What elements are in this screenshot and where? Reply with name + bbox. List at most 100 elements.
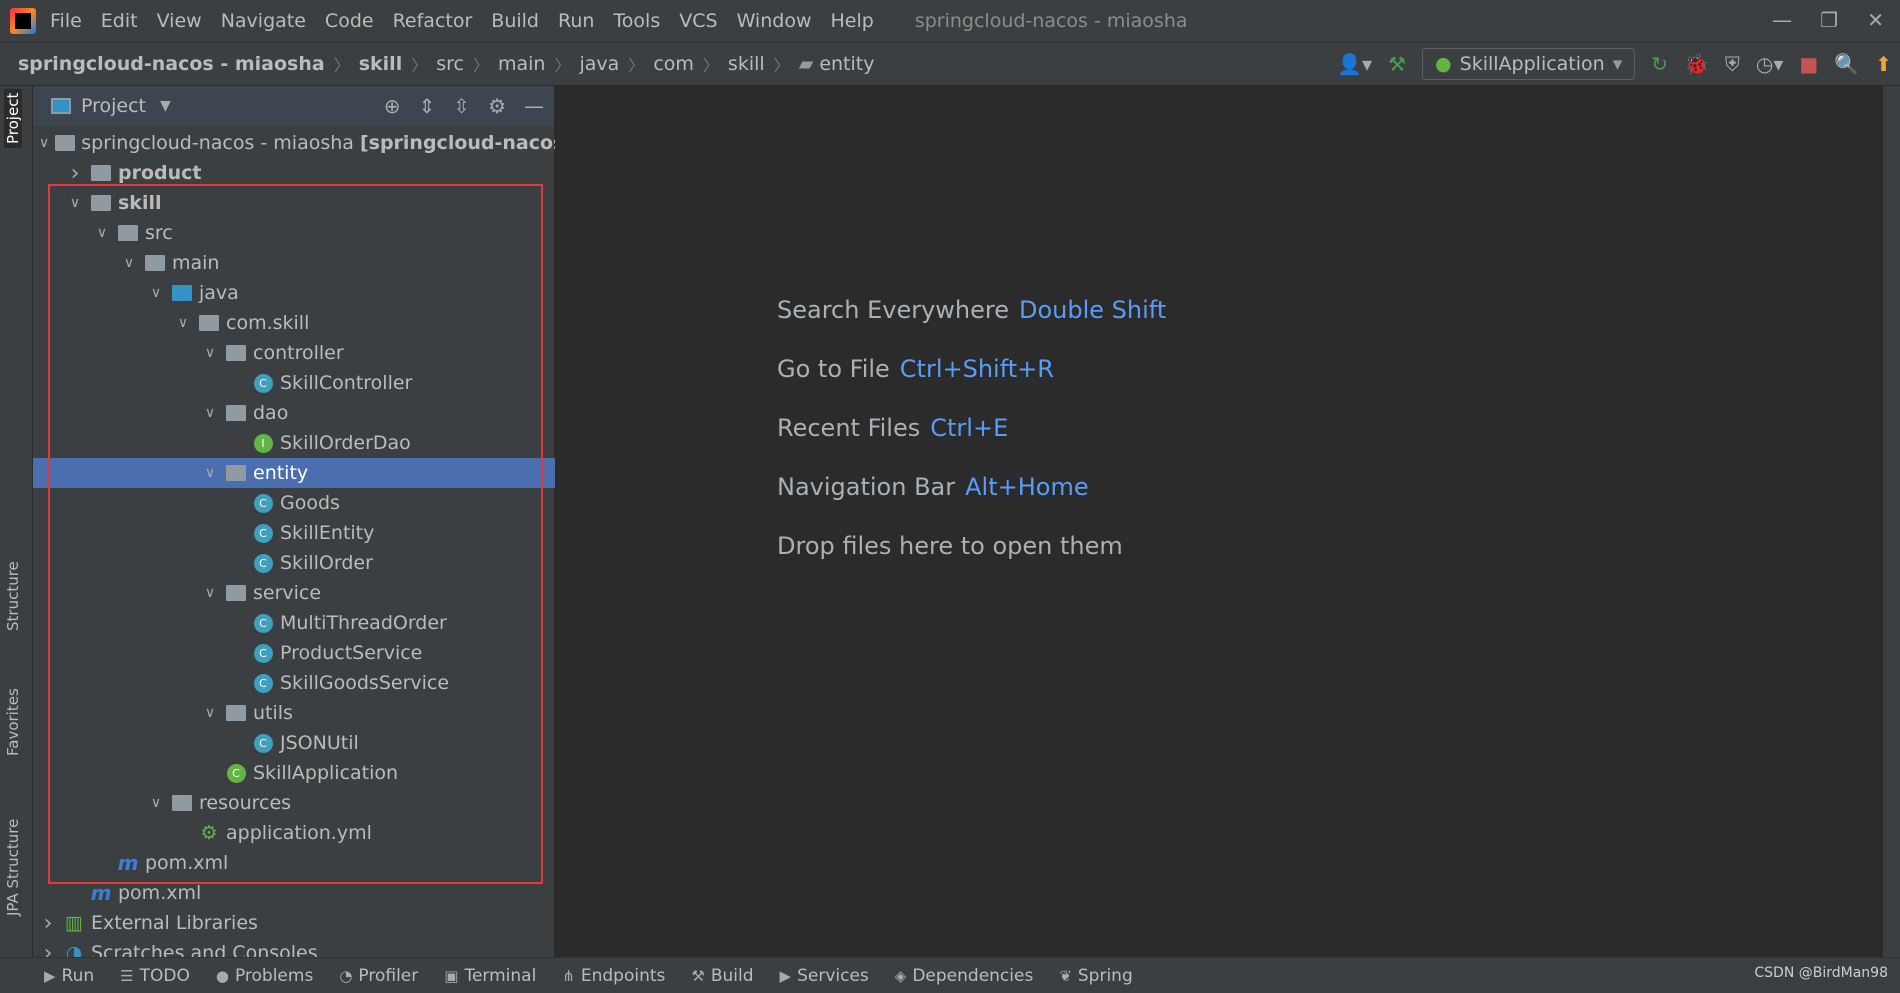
- tab-project[interactable]: Project: [4, 88, 22, 148]
- tree-item[interactable]: ∨ entity: [33, 458, 555, 488]
- chevron-down-icon[interactable]: ∨: [201, 585, 219, 601]
- chevron-down-icon[interactable]: ∨: [147, 795, 165, 811]
- bottom-tab-problems[interactable]: ● Problems: [216, 966, 313, 986]
- tree-item[interactable]: ∨ resources: [33, 788, 555, 818]
- tree-item[interactable]: ∨ dao: [33, 398, 555, 428]
- menu-run[interactable]: Run: [558, 10, 594, 32]
- menu-edit[interactable]: Edit: [101, 10, 138, 32]
- collapse-all-icon[interactable]: ⇳: [453, 94, 470, 118]
- tree-item[interactable]: ∨ main: [33, 248, 555, 278]
- tree-item[interactable]: m pom.xml: [33, 848, 555, 878]
- tree-item[interactable]: ∨ service: [33, 578, 555, 608]
- tree-item[interactable]: m pom.xml: [33, 878, 555, 908]
- tree-item[interactable]: C SkillApplication: [33, 758, 555, 788]
- stop-icon[interactable]: ■: [1799, 52, 1818, 76]
- profile-icon[interactable]: ◷▾: [1756, 52, 1784, 76]
- menu-view[interactable]: View: [157, 10, 202, 32]
- tree-item[interactable]: C MultiThreadOrder: [33, 608, 555, 638]
- breadcrumb-item[interactable]: src: [436, 53, 464, 75]
- chevron-down-icon[interactable]: ∨: [201, 705, 219, 721]
- tree-item[interactable]: ∨ utils: [33, 698, 555, 728]
- breadcrumb-item[interactable]: main: [498, 53, 545, 75]
- menu-file[interactable]: File: [50, 10, 82, 32]
- breadcrumb-item[interactable]: skill: [728, 53, 765, 75]
- menu-refactor[interactable]: Refactor: [393, 10, 473, 32]
- debug-bug-icon[interactable]: 🐞: [1684, 52, 1709, 76]
- tree-item[interactable]: C JSONUtil: [33, 728, 555, 758]
- menu-navigate[interactable]: Navigate: [221, 10, 306, 32]
- chevron-right-icon[interactable]: ›: [66, 161, 84, 186]
- tree-item[interactable]: C SkillGoodsService: [33, 668, 555, 698]
- tree-item[interactable]: C SkillEntity: [33, 518, 555, 548]
- breadcrumb-item[interactable]: springcloud-nacos - miaosha: [18, 53, 325, 75]
- coverage-icon[interactable]: ⛨: [1725, 52, 1740, 76]
- hide-icon[interactable]: —: [524, 94, 544, 118]
- minimize-button[interactable]: —: [1772, 8, 1792, 32]
- tree-item[interactable]: › product: [33, 158, 555, 188]
- breadcrumb-item[interactable]: java: [579, 53, 619, 75]
- tree-item[interactable]: ∨ controller: [33, 338, 555, 368]
- rerun-icon[interactable]: ↻: [1651, 52, 1668, 76]
- search-icon[interactable]: 🔍: [1834, 52, 1859, 76]
- tree-item[interactable]: C SkillOrder: [33, 548, 555, 578]
- chevron-down-icon[interactable]: ∨: [201, 345, 219, 361]
- run-configuration-select[interactable]: ● SkillApplication ▾: [1422, 48, 1636, 80]
- update-icon[interactable]: ⬆: [1875, 52, 1892, 76]
- bottom-tab-run[interactable]: ▶ Run: [44, 966, 94, 986]
- menu-code[interactable]: Code: [325, 10, 374, 32]
- menu-vcs[interactable]: VCS: [679, 10, 717, 32]
- tree-item[interactable]: C ProductService: [33, 638, 555, 668]
- chevron-down-icon[interactable]: ∨: [120, 255, 138, 271]
- chevron-down-icon[interactable]: ▼: [160, 98, 171, 114]
- tab-structure[interactable]: Structure: [4, 561, 22, 631]
- chevron-down-icon[interactable]: ∨: [201, 405, 219, 421]
- menu-tools[interactable]: Tools: [613, 10, 660, 32]
- tree-item[interactable]: ∨ src: [33, 218, 555, 248]
- chevron-down-icon[interactable]: ∨: [201, 465, 219, 481]
- menu-window[interactable]: Window: [737, 10, 812, 32]
- package-icon: [225, 583, 247, 603]
- class-icon: C: [252, 553, 274, 573]
- tree-item[interactable]: C Goods: [33, 488, 555, 518]
- chevron-down-icon[interactable]: ∨: [174, 315, 192, 331]
- tab-jpa-structure[interactable]: JPA Structure: [4, 819, 22, 916]
- breadcrumb-item[interactable]: entity: [819, 53, 874, 75]
- bottom-tab-todo[interactable]: ☰ TODO: [120, 966, 190, 986]
- vcs-user-icon[interactable]: 👤▾: [1337, 52, 1372, 76]
- close-button[interactable]: ✕: [1867, 8, 1884, 32]
- breadcrumb-item[interactable]: com: [653, 53, 694, 75]
- tree-item[interactable]: I SkillOrderDao: [33, 428, 555, 458]
- build-hammer-icon[interactable]: ⚒: [1388, 52, 1406, 76]
- bottom-tab-endpoints[interactable]: ⋔ Endpoints: [562, 966, 665, 986]
- locate-icon[interactable]: ⊕: [384, 94, 401, 118]
- menu-help[interactable]: Help: [830, 10, 873, 32]
- tree-item[interactable]: › ▥ External Libraries: [33, 908, 555, 938]
- chevron-down-icon[interactable]: ∨: [39, 135, 49, 151]
- bottom-tab-dependencies[interactable]: ◈ Dependencies: [895, 966, 1034, 986]
- restore-button[interactable]: ❐: [1820, 8, 1838, 32]
- hint-label: Recent Files: [777, 414, 921, 442]
- chevron-down-icon[interactable]: ∨: [147, 285, 165, 301]
- tree-item[interactable]: C SkillController: [33, 368, 555, 398]
- bottom-tab-spring[interactable]: ❦ Spring: [1059, 966, 1132, 986]
- breadcrumb-item[interactable]: skill: [359, 53, 402, 75]
- chevron-right-icon[interactable]: ›: [39, 911, 57, 936]
- menu-build[interactable]: Build: [491, 10, 539, 32]
- project-view-select[interactable]: Project: [81, 95, 146, 117]
- tree-item[interactable]: ∨ com.skill: [33, 308, 555, 338]
- expand-all-icon[interactable]: ⇕: [419, 94, 436, 118]
- chevron-down-icon[interactable]: ∨: [93, 225, 111, 241]
- tab-favorites[interactable]: Favorites: [4, 688, 22, 756]
- bottom-tab-build[interactable]: ⚒ Build: [691, 966, 753, 986]
- tree-item[interactable]: ∨ skill: [33, 188, 555, 218]
- gear-icon[interactable]: ⚙: [488, 94, 506, 118]
- bottom-tab-services[interactable]: ▶ Services: [780, 966, 869, 986]
- tree-item[interactable]: ∨ java: [33, 278, 555, 308]
- chevron-down-icon[interactable]: ∨: [66, 195, 84, 211]
- tree-item[interactable]: ⚙ application.yml: [33, 818, 555, 848]
- bottom-tab-profiler[interactable]: ◔ Profiler: [339, 966, 418, 986]
- right-tool-strip: [1883, 86, 1900, 957]
- bottom-tab-terminal[interactable]: ▣ Terminal: [444, 966, 536, 986]
- spring-icon: ❦: [1059, 966, 1072, 985]
- tree-item[interactable]: ∨ springcloud-nacos - miaosha [springcloud…: [33, 128, 573, 158]
